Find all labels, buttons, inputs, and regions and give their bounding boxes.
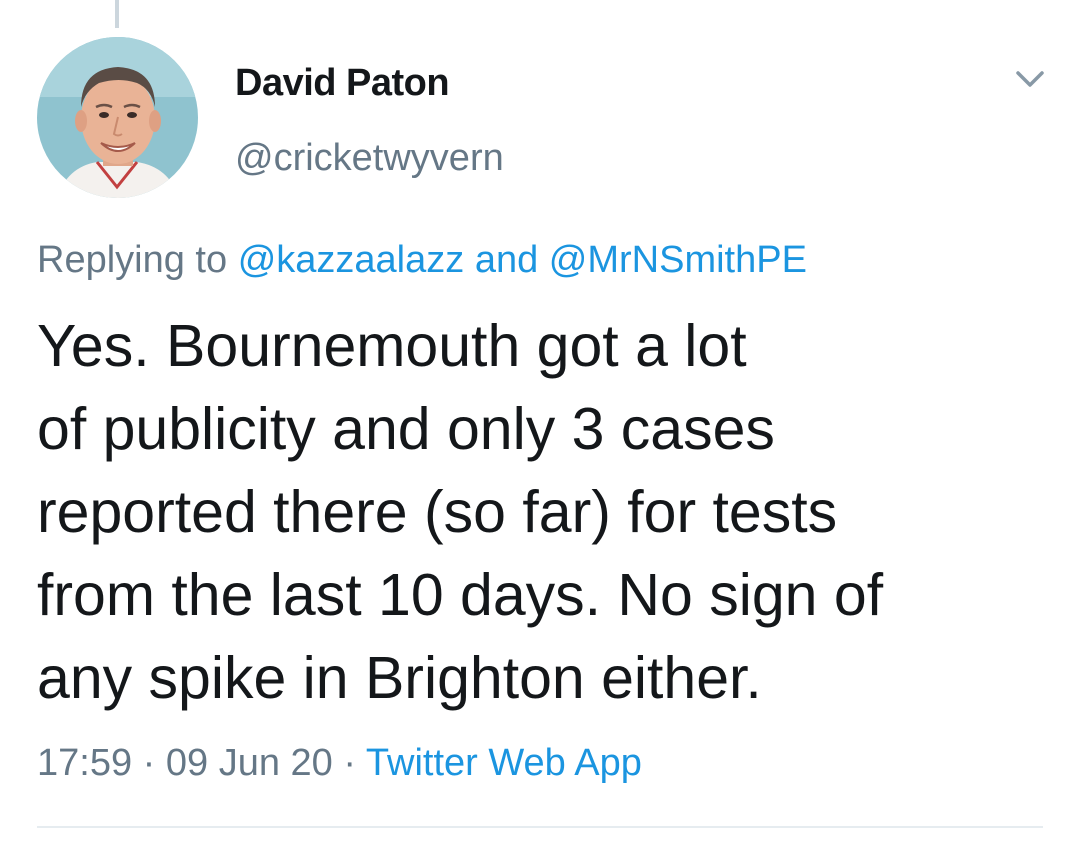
tweet-text-line: Yes. Bournemouth got a lot [37, 313, 747, 379]
avatar-photo [37, 37, 198, 198]
avatar[interactable] [37, 37, 198, 198]
tweet-source-link[interactable]: Twitter Web App [366, 742, 642, 784]
replying-to-line: Replying to @kazzaalazz and @MrNSmithPE [37, 237, 807, 283]
author-display-name[interactable]: David Paton [235, 60, 450, 106]
replying-to-label: Replying to [37, 239, 228, 281]
tweet-text-line: from the last 10 days. No sign of [37, 562, 884, 628]
mention-link[interactable]: @kazzaalazz [238, 239, 465, 281]
tweet-text-line: of publicity and only 3 cases [37, 396, 775, 462]
thread-connector-line [115, 0, 119, 28]
author-handle[interactable]: @cricketwyvern [235, 135, 504, 181]
tweet-meta: 17:59 · 09 Jun 20 · Twitter Web App [37, 738, 642, 788]
tweet-date[interactable]: 09 Jun 20 [166, 742, 333, 784]
meta-separator: · [142, 742, 156, 784]
mention-link[interactable]: @MrNSmithPE [549, 239, 807, 281]
tweet-text-line: reported there (so far) for tests [37, 479, 838, 545]
divider [37, 826, 1043, 828]
mention-joiner: and [474, 239, 539, 281]
tweet-text-line: any spike in Brighton either. [37, 645, 762, 711]
tweet-time[interactable]: 17:59 [37, 742, 132, 784]
chevron-down-icon[interactable] [1010, 64, 1050, 94]
meta-separator: · [343, 742, 357, 784]
tweet-text: Yes. Bournemouth got a lot of publicity … [37, 305, 1037, 720]
